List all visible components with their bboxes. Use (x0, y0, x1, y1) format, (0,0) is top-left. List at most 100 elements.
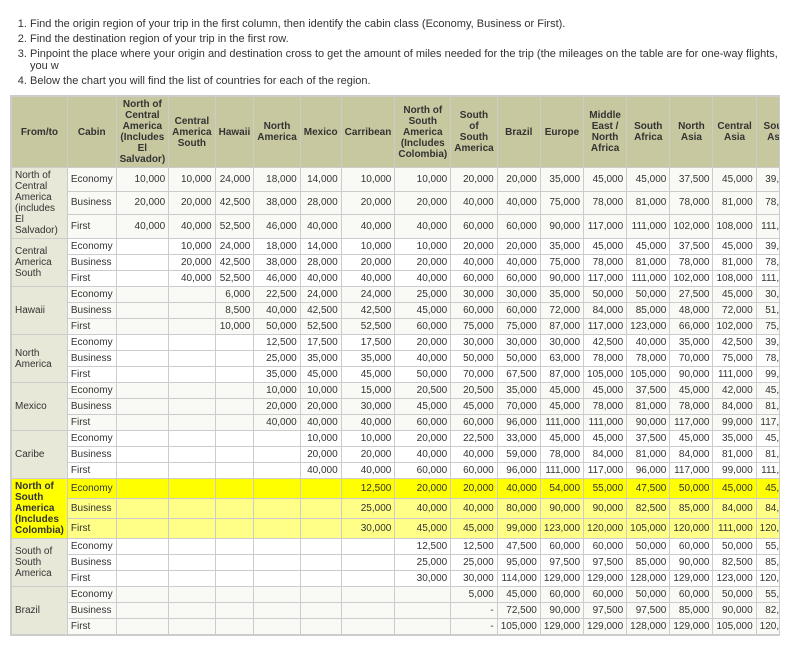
mile-value: 10,000 (300, 431, 341, 447)
mile-value: 30,000 (540, 335, 583, 351)
mile-value (395, 619, 451, 635)
mile-value: 87,000 (540, 367, 583, 383)
col-south-south-am: South of South America (451, 97, 497, 168)
mile-value: 40,000 (300, 415, 341, 431)
mile-value (169, 319, 215, 335)
mile-value: 90,000 (540, 271, 583, 287)
cabin-label: Economy (67, 431, 116, 447)
mile-value: 99,000 (756, 367, 780, 383)
mile-value: 81,000 (627, 191, 670, 215)
mile-value: 15,000 (341, 383, 395, 399)
cabin-label: First (67, 319, 116, 335)
mile-value: 20,000 (341, 255, 395, 271)
mile-value: 45,000 (395, 303, 451, 319)
mile-value: 40,000 (497, 255, 540, 271)
mile-value (116, 399, 169, 415)
mile-value: 14,000 (300, 239, 341, 255)
mile-value: 60,000 (395, 319, 451, 335)
mile-value: 87,000 (540, 319, 583, 335)
mile-value: 111,000 (627, 271, 670, 287)
mile-value (169, 519, 215, 539)
mile-value: 99,000 (713, 463, 756, 479)
mile-value: 120,000 (756, 619, 780, 635)
mile-value: 45,000 (713, 479, 756, 499)
mile-value: 20,500 (451, 383, 497, 399)
mile-value: 129,000 (584, 571, 627, 587)
mile-value: 18,000 (254, 239, 300, 255)
cabin-label: Business (67, 399, 116, 415)
col-from-to: From/to (12, 97, 68, 168)
mile-value: 97,500 (627, 603, 670, 619)
mile-value: 50,000 (627, 287, 670, 303)
mile-value: 97,500 (540, 555, 583, 571)
mile-value (116, 539, 169, 555)
mile-value (254, 431, 300, 447)
mile-value: 30,000 (497, 287, 540, 303)
mile-value (300, 479, 341, 499)
mile-value (169, 399, 215, 415)
mile-value: 81,000 (756, 447, 780, 463)
mile-value: 40,000 (341, 415, 395, 431)
table-row: North AmericaEconomy12,50017,50017,50020… (12, 335, 781, 351)
mile-value: 120,000 (584, 519, 627, 539)
mile-value: 38,000 (254, 255, 300, 271)
region-label: Brazil (12, 587, 68, 635)
table-row: BrazilEconomy5,00045,00060,00060,00050,0… (12, 587, 781, 603)
mile-value: 117,000 (756, 415, 780, 431)
mile-value: 75,000 (756, 319, 780, 335)
mile-value: 50,000 (254, 319, 300, 335)
mile-value: 22,500 (451, 431, 497, 447)
mile-value: 39,000 (756, 335, 780, 351)
mile-value: 102,000 (713, 319, 756, 335)
mile-value: 105,000 (627, 367, 670, 383)
mile-value (215, 519, 254, 539)
mile-value: 81,000 (756, 399, 780, 415)
mile-value: 42,500 (215, 191, 254, 215)
mile-value: 75,000 (451, 319, 497, 335)
mile-value: 42,500 (300, 303, 341, 319)
mile-value (254, 539, 300, 555)
mile-value: 17,500 (300, 335, 341, 351)
mile-value (116, 271, 169, 287)
mile-value (169, 619, 215, 635)
mile-value: 60,000 (395, 463, 451, 479)
mile-value: 48,000 (670, 303, 713, 319)
cabin-label: Business (67, 351, 116, 367)
mile-value: 20,000 (395, 191, 451, 215)
mile-value: 20,000 (451, 168, 497, 192)
mile-value: 25,000 (341, 499, 395, 519)
mile-value: 84,000 (756, 499, 780, 519)
mile-value: 60,000 (497, 215, 540, 239)
mile-value (254, 555, 300, 571)
cabin-label: Economy (67, 168, 116, 192)
mile-value: 12,500 (254, 335, 300, 351)
mile-value: 35,000 (341, 351, 395, 367)
mile-value: 50,000 (584, 287, 627, 303)
mile-value (116, 555, 169, 571)
mile-value: 102,000 (670, 215, 713, 239)
mile-value: 40,000 (300, 271, 341, 287)
mile-value: 129,000 (584, 619, 627, 635)
mile-value: 20,000 (395, 479, 451, 499)
mile-value: 10,000 (341, 239, 395, 255)
mile-value: 40,000 (254, 415, 300, 431)
cabin-label: First (67, 271, 116, 287)
mile-value: 45,000 (756, 431, 780, 447)
mile-value: 129,000 (670, 619, 713, 635)
mile-value: 35,000 (300, 351, 341, 367)
table-row: First40,00040,00040,00060,00060,00096,00… (12, 415, 781, 431)
table-row: First40,00040,00060,00060,00096,000111,0… (12, 463, 781, 479)
mile-value: 111,000 (756, 271, 780, 287)
mile-value (215, 463, 254, 479)
mile-value: 78,000 (756, 255, 780, 271)
mile-value (116, 479, 169, 499)
mile-value: 30,000 (451, 287, 497, 303)
mile-value: 60,000 (670, 587, 713, 603)
mile-value (169, 335, 215, 351)
mile-value: 97,500 (584, 603, 627, 619)
col-brazil: Brazil (497, 97, 540, 168)
mile-value: 30,000 (497, 335, 540, 351)
mile-value: - (451, 603, 497, 619)
mile-value (215, 571, 254, 587)
region-label: South of South America (12, 539, 68, 587)
